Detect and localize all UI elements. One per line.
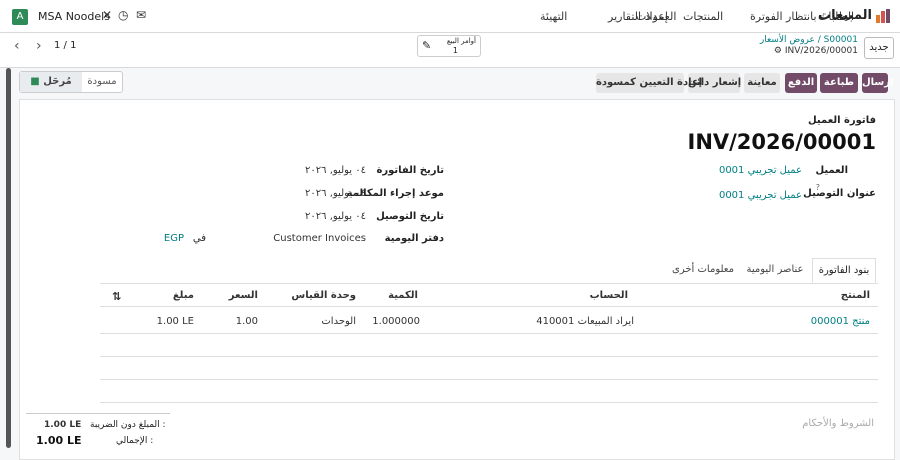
total-label: الإجمالي : [116,436,154,446]
row-quantity[interactable]: 1.000000 [372,316,420,327]
status-posted-label: مُرحَل [43,76,72,87]
pager-next-icon[interactable]: › [36,38,42,54]
tab-journal-items[interactable]: عناصر اليومية [740,258,810,283]
chat-messages-icon[interactable]: ✉ [136,8,146,22]
preview-button[interactable]: معاينة [744,73,780,93]
debug-tools-icon[interactable]: ✕ [102,8,112,22]
invoice-date-field[interactable]: ٠٤ يوليو, ٢٠٢٦ [305,165,366,176]
activity-clock-icon[interactable]: ◷ [118,8,128,22]
sales-app-icon[interactable] [876,9,892,23]
new-button[interactable]: جديد [864,37,894,59]
smart-button-label: أوامر البيع [446,37,476,45]
top-navbar: A MSA Noodels ✕ ◷ ✉ التهيئة إعداد التقار… [0,0,900,33]
pager-previous-icon[interactable]: ‹ [14,38,20,54]
edit-document-icon: ✎ [422,39,432,52]
table-row[interactable] [100,307,878,333]
breadcrumb-current-label: INV/2026/00001 [784,46,858,56]
tab-invoice-lines[interactable]: بنود الفاتورة [812,258,876,283]
print-button[interactable]: طباعة [820,73,858,93]
row-price[interactable]: 1.00 [236,316,258,327]
app-brand-title[interactable]: المبيعات [818,8,872,23]
col-amount-header[interactable]: مبلغ [173,290,194,301]
status-flag-icon: ■ [30,76,40,87]
sale-orders-smart-button[interactable]: ✎ أوامر البيع 1 [417,35,481,57]
currency-prefix: في [192,233,206,244]
record-gear-icon[interactable]: ⚙ [774,46,782,56]
terms-conditions-field[interactable]: الشروط والأحكام [802,418,874,429]
invoice-date-label: تاريخ الفاتورة [376,165,444,176]
tab-divider [100,283,878,284]
table-empty-line-3 [100,402,878,403]
pager-counter[interactable]: 1 / 1 [54,40,76,51]
delivery-date-field[interactable]: ٠٤ يوليو, ٢٠٢٦ [305,211,366,222]
breadcrumb-current: ⚙ INV/2026/00001 [774,46,858,56]
untaxed-amount-label: المبلغ دون الضريبة : [90,420,166,430]
customer-label: العميل [815,165,848,176]
row-product[interactable]: منتج 000001 [811,316,870,327]
menu-products[interactable]: المنتجات [683,10,723,23]
menu-configuration[interactable]: التهيئة [540,10,567,23]
col-uom-header[interactable]: وحدة القياس [291,290,356,301]
delivery-help-icon[interactable]: ? [816,183,820,192]
send-button[interactable]: إرسال [862,73,893,93]
row-amount: 1.00 LE [156,316,194,327]
untaxed-amount-value: 1.00 LE [44,420,82,430]
invoice-number: INV/2026/00001 [687,130,877,154]
column-settings-icon[interactable]: ⇅ [112,290,121,303]
due-date-field[interactable]: ٠٤ يوليو, ٢٠٢٦ [305,188,366,199]
journal-label: دفتر اليومية [384,233,444,244]
delivery-address-label: عنوان التوصيل [803,188,876,199]
page-scrollbar[interactable] [6,68,11,448]
table-empty-line-1 [100,356,878,357]
col-product-header[interactable]: المنتج [841,290,870,301]
currency-field[interactable]: EGP [164,233,184,244]
menu-commissions[interactable]: العمولات [636,10,676,23]
status-posted[interactable]: ■ مُرحَل [20,72,82,92]
customer-field[interactable]: عميل تجريبي 0001 [719,165,802,176]
register-payment-button[interactable]: الدفع [785,73,817,93]
tab-other-info[interactable]: معلومات أخرى [668,258,738,283]
table-row-line [100,333,878,334]
col-price-header[interactable]: السعر [229,290,258,301]
reset-to-draft-button[interactable]: إعادة التعيين كمسودة [596,73,702,93]
journal-field[interactable]: Customer Invoices [273,233,366,244]
user-avatar[interactable]: A [12,9,28,25]
row-uom[interactable]: الوحدات [321,316,356,327]
total-value: 1.00 LE [36,434,82,447]
breadcrumb-parent[interactable]: عروض الأسعار / S00001 [760,35,858,45]
delivery-address-field[interactable]: عميل تجريبي 0001 [719,190,802,201]
col-quantity-header[interactable]: الكمية [388,290,418,301]
company-switcher[interactable]: MSA Noodels [38,10,110,23]
invoice-type-label: فاتورة العميل [807,115,876,126]
table-empty-line-2 [100,379,878,380]
smart-button-count: 1 [452,46,458,55]
menu-to-invoice[interactable]: بانتظار الفوترة [750,10,817,23]
totals-divider [26,413,170,414]
row-account[interactable]: 410001 ايراد المبيعات [536,316,634,327]
status-bar: ■ مُرحَل مسودة [19,71,123,93]
col-account-header[interactable]: الحساب [590,290,628,301]
status-draft[interactable]: مسودة [82,72,122,92]
delivery-date-label: تاريخ التوصيل [376,211,444,222]
